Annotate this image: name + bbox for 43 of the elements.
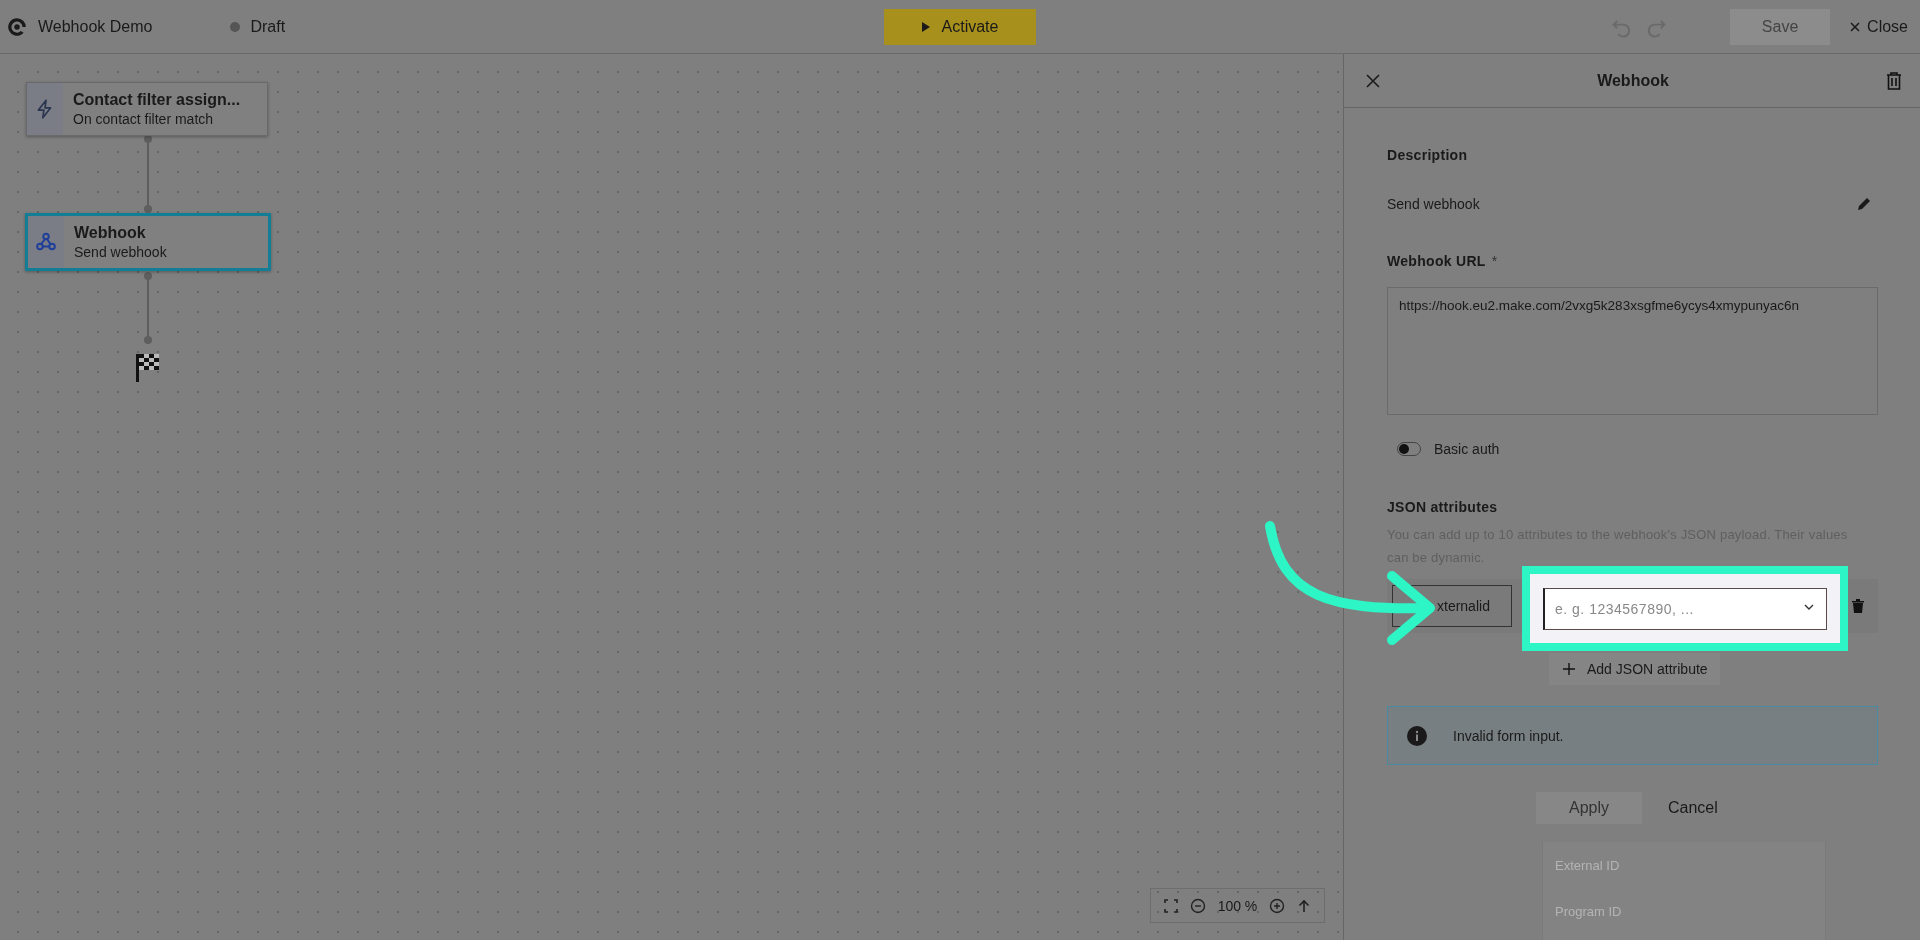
- node-title: Webhook: [74, 224, 147, 242]
- node-title: Contact filter assign...: [73, 91, 241, 109]
- cancel-button[interactable]: Cancel: [1662, 798, 1724, 818]
- value-select-field[interactable]: e. g. 1234567890, ...: [1543, 587, 1827, 630]
- description-text: Send webhook: [1387, 196, 1480, 212]
- workflow-title: Webhook Demo: [38, 17, 153, 36]
- json-attributes-label: JSON attributes: [1387, 499, 1499, 515]
- fit-screen-icon[interactable]: [1162, 897, 1179, 914]
- trash-icon[interactable]: [1852, 599, 1864, 613]
- node-subtitle: On contact filter match: [73, 111, 215, 127]
- info-icon: [1407, 725, 1427, 746]
- flow-node[interactable]: Contact filter assign... On contact filter match: [26, 82, 268, 136]
- flow-node[interactable]: Webhook Send webhook: [25, 213, 271, 271]
- required-mark: *: [1491, 253, 1498, 269]
- webhook-icon: [35, 231, 57, 253]
- zoom-in-icon[interactable]: [1268, 897, 1285, 914]
- chevron-down-icon: [1804, 604, 1814, 610]
- node-subtitle: Send webhook: [74, 244, 167, 260]
- trash-icon[interactable]: [1886, 71, 1902, 90]
- add-json-attribute-button[interactable]: Add JSON attribute: [1549, 653, 1720, 685]
- attribute-key-field[interactable]: xternalid: [1392, 585, 1512, 627]
- activate-button[interactable]: Activate: [884, 9, 1036, 45]
- basic-auth-label: Basic auth: [1434, 441, 1500, 457]
- apply-button[interactable]: Apply: [1536, 792, 1642, 824]
- close-icon: [1850, 21, 1861, 32]
- zoom-out-icon[interactable]: [1190, 897, 1207, 914]
- finish-flag-icon: [134, 352, 160, 382]
- url-label: Webhook URL: [1387, 253, 1486, 269]
- play-icon: [921, 22, 930, 32]
- save-button[interactable]: Save: [1730, 8, 1831, 45]
- close-button[interactable]: Close: [1840, 17, 1914, 36]
- close-icon[interactable]: [1366, 73, 1380, 88]
- description-label: Description: [1387, 147, 1469, 163]
- url-field[interactable]: https://hook.eu2.make.com/2vxg5k283xsgfme6ycys4xmypunyac6n: [1387, 287, 1878, 415]
- plus-icon: [1563, 663, 1575, 675]
- status-dot-icon: [230, 21, 241, 32]
- alert-message: Invalid form input.: [1453, 727, 1564, 744]
- connector-line: [144, 272, 152, 344]
- status-label: Draft: [250, 17, 286, 36]
- panel-title: Webhook: [1597, 71, 1669, 90]
- pencil-icon[interactable]: [1856, 196, 1872, 212]
- logo-icon: [6, 15, 28, 38]
- zoom-level: 100 %: [1217, 897, 1258, 914]
